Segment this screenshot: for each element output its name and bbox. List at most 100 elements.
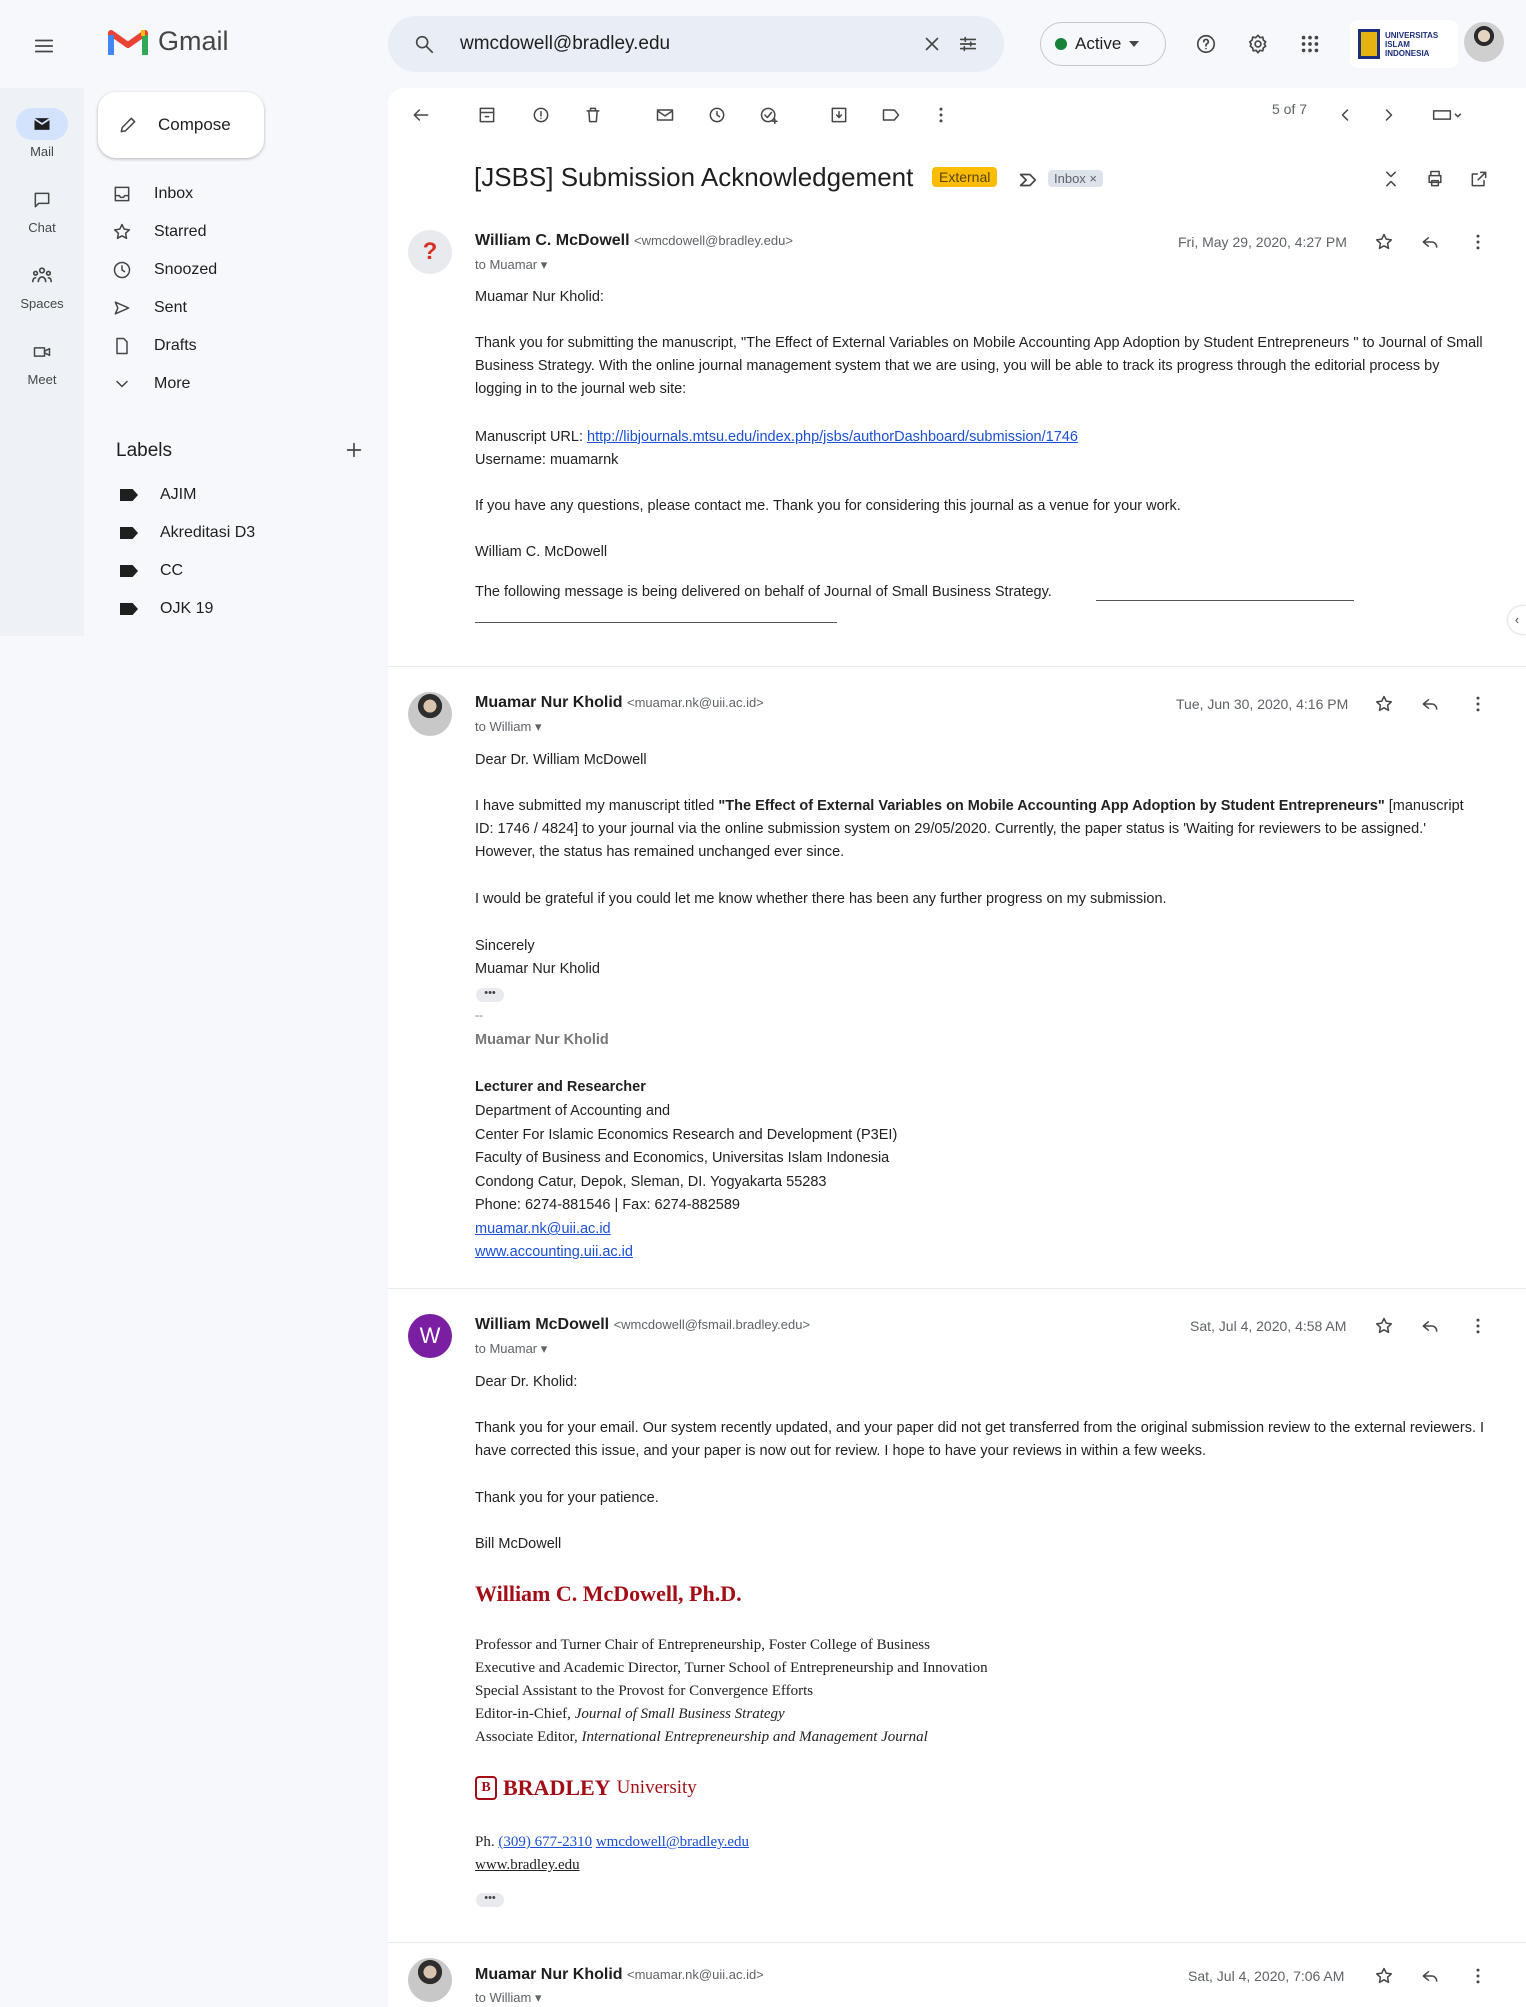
nav-item-snoozed[interactable]: Snoozed <box>112 260 217 280</box>
report-spam-icon[interactable] <box>526 100 556 130</box>
signature-line: Department of Accounting and <box>475 1103 671 1119</box>
sender-avatar[interactable]: W <box>408 1314 452 1358</box>
reply-icon[interactable] <box>1418 1314 1442 1338</box>
sender-avatar[interactable] <box>408 692 452 736</box>
recipient-dropdown[interactable]: to Muamar ▾ <box>475 1341 547 1357</box>
reply-icon[interactable] <box>1418 1964 1442 1988</box>
signature-line: Professor and Turner Chair of Entreprene… <box>475 1637 930 1653</box>
label-tag-icon <box>120 603 138 615</box>
search-input[interactable]: wmcdowell@bradley.edu <box>460 33 914 55</box>
sender-email: <muamar.nk@uii.ac.id> <box>627 1967 764 1982</box>
back-arrow-icon[interactable] <box>406 100 436 130</box>
chevron-right-icon[interactable] <box>1374 100 1404 130</box>
clear-search-icon[interactable] <box>914 26 950 62</box>
star-icon[interactable] <box>1372 692 1396 716</box>
account-avatar[interactable] <box>1464 22 1504 62</box>
add-label-icon[interactable] <box>340 436 368 464</box>
settings-gear-icon[interactable] <box>1238 24 1278 64</box>
apps-grid-icon[interactable] <box>1290 24 1330 64</box>
spaces-icon <box>16 260 68 292</box>
nav-item-inbox[interactable]: Inbox <box>112 184 193 204</box>
label-icon[interactable] <box>876 100 906 130</box>
sender-line: William McDowell <wmcdowell@fsmail.bradl… <box>475 1316 810 1334</box>
message-more-icon[interactable] <box>1466 1314 1490 1338</box>
recipient-dropdown[interactable]: to William ▾ <box>475 1990 541 2006</box>
pagination-count: 5 of 7 <box>1272 101 1308 117</box>
star-icon[interactable] <box>1372 1964 1396 1988</box>
status-selector[interactable]: Active <box>1040 22 1166 66</box>
nav-item-drafts[interactable]: Drafts <box>112 336 197 356</box>
message-divider <box>388 1942 1526 1943</box>
more-options-icon[interactable] <box>926 100 956 130</box>
label-item[interactable]: Akreditasi D3 <box>120 524 255 542</box>
sender-line: William C. McDowell <wmcdowell@bradley.e… <box>475 232 793 250</box>
message-more-icon[interactable] <box>1466 692 1490 716</box>
rail-item-spaces[interactable]: Spaces <box>0 260 84 311</box>
star-icon[interactable] <box>1372 1314 1396 1338</box>
nav-item-sent[interactable]: Sent <box>112 298 187 318</box>
nav-item-starred[interactable]: Starred <box>112 222 206 242</box>
sender-avatar-unknown[interactable]: ? <box>408 230 452 274</box>
signature-email-link[interactable]: wmcdowell@bradley.edu <box>596 1834 749 1850</box>
message-more-icon[interactable] <box>1466 1964 1490 1988</box>
message-more-icon[interactable] <box>1466 230 1490 254</box>
snooze-icon[interactable] <box>702 100 732 130</box>
pencil-icon <box>118 115 138 135</box>
footer-rule <box>1096 600 1354 601</box>
email-closing: Sincerely <box>475 938 535 954</box>
mark-unread-icon[interactable] <box>650 100 680 130</box>
show-trimmed-content-button[interactable]: ••• <box>476 1893 504 1907</box>
phone-link[interactable]: (309) 677-2310 <box>498 1834 592 1850</box>
label-item[interactable]: OJK 19 <box>120 600 213 618</box>
message-date: Fri, May 29, 2020, 4:27 PM <box>1178 234 1347 250</box>
rail-item-chat[interactable]: Chat <box>0 184 84 235</box>
app-name: Gmail <box>158 26 229 56</box>
rail-item-mail[interactable]: Mail <box>0 108 84 159</box>
organization-logo[interactable]: UNIVERSITAS ISLAM INDONESIA <box>1350 20 1458 68</box>
move-to-icon[interactable] <box>824 100 854 130</box>
signature-web-link[interactable]: www.bradley.edu <box>475 1857 580 1874</box>
signature-email-link[interactable]: muamar.nk@uii.ac.id <box>475 1218 611 1241</box>
email-paragraph: I would be grateful if you could let me … <box>475 891 1167 907</box>
rail-item-meet[interactable]: Meet <box>0 336 84 387</box>
reply-icon[interactable] <box>1418 230 1442 254</box>
signature-line: Executive and Academic Director, Turner … <box>475 1660 988 1676</box>
label-item[interactable]: AJIM <box>120 486 196 504</box>
add-task-icon[interactable] <box>754 100 784 130</box>
sender-avatar[interactable] <box>408 1958 452 2002</box>
search-options-icon[interactable] <box>950 26 986 62</box>
compose-button[interactable]: Compose <box>98 92 264 158</box>
email-footer-note: The following message is being delivered… <box>475 584 1052 600</box>
star-icon[interactable] <box>1372 230 1396 254</box>
reply-icon[interactable] <box>1418 692 1442 716</box>
show-trimmed-content-button[interactable]: ••• <box>476 988 504 1002</box>
input-tools-keyboard-icon[interactable] <box>1424 100 1470 130</box>
chevron-left-icon[interactable] <box>1330 100 1360 130</box>
nav-item-more[interactable]: More <box>112 374 190 394</box>
email-paragraph: I have submitted my manuscript titled "T… <box>475 798 1464 860</box>
main-menu-icon[interactable] <box>20 22 68 70</box>
recipient-dropdown[interactable]: to Muamar ▾ <box>475 257 547 273</box>
label-item[interactable]: CC <box>120 562 183 580</box>
archive-icon[interactable] <box>472 100 502 130</box>
sender-name: Muamar Nur Kholid <box>475 694 623 711</box>
help-icon[interactable] <box>1186 24 1226 64</box>
print-icon[interactable] <box>1420 164 1450 194</box>
importance-marker-icon[interactable] <box>1016 168 1040 192</box>
email-paragraph: If you have any questions, please contac… <box>475 498 1181 514</box>
inbox-label-chip[interactable]: Inbox × <box>1048 170 1104 187</box>
message-date: Sat, Jul 4, 2020, 7:06 AM <box>1188 1968 1345 1984</box>
search-icon[interactable] <box>406 26 442 62</box>
search-bar[interactable]: wmcdowell@bradley.edu <box>388 16 1004 72</box>
open-new-window-icon[interactable] <box>1464 164 1494 194</box>
manuscript-link[interactable]: http://libjournals.mtsu.edu/index.php/js… <box>587 429 1078 445</box>
sender-line: Muamar Nur Kholid <muamar.nk@uii.ac.id> <box>475 1966 764 1984</box>
recipient-dropdown[interactable]: to William ▾ <box>475 719 541 735</box>
signature-web-link[interactable]: www.accounting.uii.ac.id <box>475 1241 633 1264</box>
label-tag-icon <box>120 489 138 501</box>
gmail-logo[interactable]: Gmail <box>108 26 229 57</box>
message-date: Sat, Jul 4, 2020, 4:58 AM <box>1190 1318 1347 1334</box>
delete-icon[interactable] <box>578 100 608 130</box>
signature-line: Faculty of Business and Economics, Unive… <box>475 1150 890 1166</box>
collapse-all-icon[interactable] <box>1376 164 1406 194</box>
